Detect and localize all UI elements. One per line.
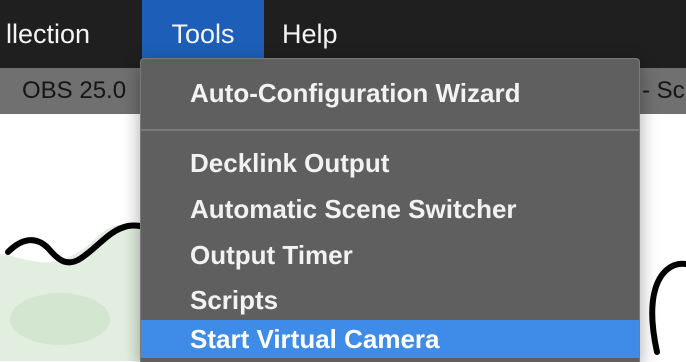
menu-scene-collection[interactable]: llection (6, 0, 90, 68)
menu-item-output-timer[interactable]: Output Timer (141, 236, 639, 274)
window-title-left: OBS 25.0 (22, 77, 127, 104)
menu-item-start-virtual-camera[interactable]: Start Virtual Camera (141, 320, 639, 358)
window-title-right: - Sc (642, 77, 685, 104)
menu-separator (141, 129, 639, 131)
menu-item-auto-configuration-wizard[interactable]: Auto-Configuration Wizard (141, 74, 639, 112)
menu-item-scripts[interactable]: Scripts (141, 281, 639, 319)
menu-item-decklink-output[interactable]: Decklink Output (141, 144, 639, 182)
menu-item-automatic-scene-switcher[interactable]: Automatic Scene Switcher (141, 190, 639, 228)
tools-menu-dropdown: Auto-Configuration Wizard Decklink Outpu… (140, 58, 640, 362)
